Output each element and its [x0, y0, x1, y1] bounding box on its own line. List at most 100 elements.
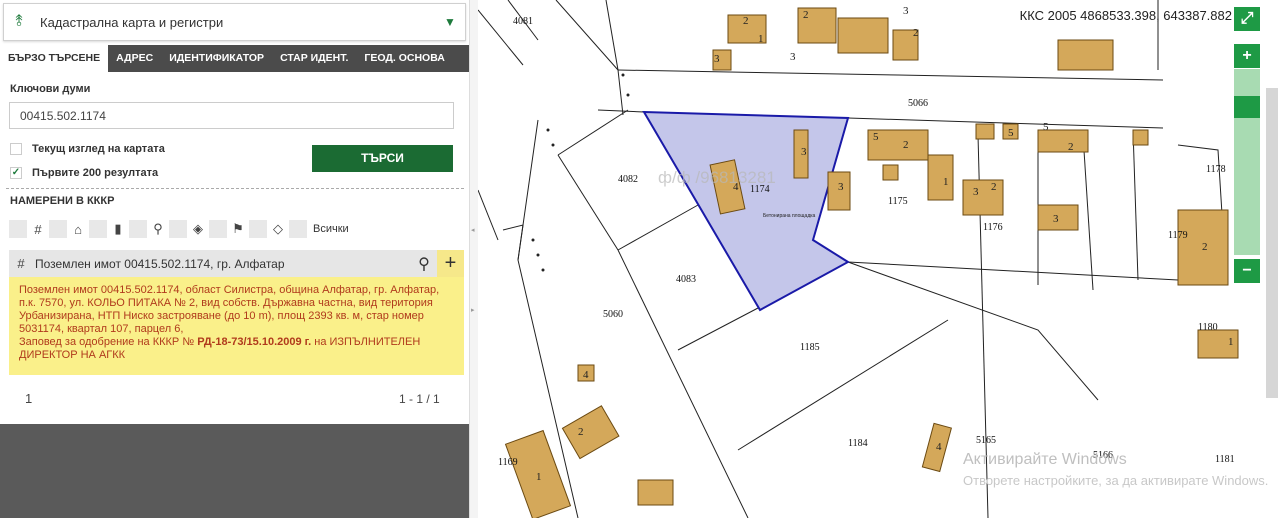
pager-page[interactable]: 1: [25, 391, 32, 406]
boundary-line: [1082, 134, 1094, 291]
add-result-button[interactable]: +: [437, 250, 464, 277]
parcel-annotation: Бетонирана площадка: [763, 213, 816, 219]
parcel-label-1169: 1169: [498, 457, 518, 468]
filter-checkbox-all[interactable]: [289, 220, 307, 238]
map-watermark: ф/ф /96813281: [658, 168, 776, 187]
tab-address[interactable]: АДРЕС: [108, 45, 161, 72]
filter-checkbox[interactable]: [169, 220, 187, 238]
parcel-label-1176: 1176: [983, 222, 1003, 233]
building-number: 2: [1202, 241, 1208, 253]
map-scrollbar[interactable]: [1266, 88, 1278, 398]
map-pin-icon: ⚲: [153, 221, 163, 236]
parcel-label-1175: 1175: [888, 196, 908, 207]
building-numbers: 2 1 2 3 2 3 3 4 3 3 5 2 1 5 5 2 3 2 3 2: [536, 5, 1234, 483]
search-button[interactable]: ТЪРСИ: [312, 145, 453, 172]
app-root: ⥉ Кадастрална карта и регистри ▼ БЪРЗО Т…: [0, 0, 1280, 518]
zoom-to-result-icon[interactable]: ⚲: [411, 250, 437, 277]
zoom-slider-handle[interactable]: [1234, 96, 1260, 118]
parcel-label-4082: 4082: [618, 174, 638, 185]
boundary-line: [605, 0, 619, 71]
filter-checkbox[interactable]: [209, 220, 227, 238]
flag-icon: ⚑: [232, 221, 244, 236]
map-canvas[interactable]: 4081 5066 4082 1174 1175 1176 1178 1179 …: [477, 0, 1280, 518]
road-dot: [626, 93, 630, 97]
boundary-line: [557, 154, 619, 251]
building: [975, 123, 995, 140]
expand-icon[interactable]: ⤢: [1234, 7, 1260, 31]
house-icon: ⌂: [74, 221, 82, 237]
building-number: 2: [991, 181, 997, 193]
road-dot: [551, 143, 555, 147]
filter-checkbox[interactable]: [129, 220, 147, 238]
tab-geodetic-base[interactable]: ГЕОД. ОСНОВА: [356, 45, 452, 72]
panel-splitter[interactable]: ◂ ▸: [469, 0, 478, 518]
parcel-label-1185: 1185: [800, 342, 820, 353]
filter-checkbox[interactable]: [249, 220, 267, 238]
parcel-label-1181: 1181: [1215, 454, 1235, 465]
checkmark-icon[interactable]: ✓: [10, 167, 22, 179]
building-number: 2: [1068, 141, 1074, 153]
document-icon: ▮: [114, 221, 122, 236]
current-view-label: Текущ изглед на картата: [32, 143, 165, 155]
filter-checkbox[interactable]: [9, 220, 27, 238]
zoom-out-button[interactable]: −: [1234, 259, 1260, 283]
zoom-in-button[interactable]: +: [1234, 44, 1260, 68]
boundary-line: [502, 224, 524, 261]
parcel-label-1178: 1178: [1206, 164, 1226, 175]
building: [1057, 39, 1114, 71]
parcel-label-5060: 5060: [603, 309, 623, 320]
keywords-input[interactable]: [9, 102, 454, 129]
tab-old-identifier[interactable]: СТАР ИДЕНТ.: [272, 45, 356, 72]
building: [561, 405, 620, 460]
parcel-labels: 4081 5066 4082 1174 1175 1176 1178 1179 …: [498, 16, 1235, 468]
layer-select-dropdown[interactable]: ⥉ Кадастрална карта и регистри ▼: [3, 3, 466, 41]
building: [962, 179, 1004, 216]
first-200-label: Първите 200 резултата: [32, 167, 159, 179]
grid-icon: #: [34, 221, 42, 237]
boundary-line: [847, 261, 1179, 281]
tab-identifier[interactable]: ИДЕНТИФИКАТОР: [161, 45, 272, 72]
windows-activation-title: Активирайте Windows: [963, 451, 1127, 468]
road-dot: [536, 253, 540, 257]
building-number: 5: [1008, 127, 1014, 139]
parcel-label-5165: 5165: [976, 435, 996, 446]
chevron-down-icon[interactable]: ▼: [435, 15, 465, 29]
building-number: 1: [536, 471, 542, 483]
building-number: 3: [838, 181, 844, 193]
filter-checkbox[interactable]: [89, 220, 107, 238]
building: [882, 164, 899, 181]
building-number: 2: [578, 426, 584, 438]
boundary-line: [737, 319, 949, 451]
boundary-line: [677, 307, 759, 351]
building-number: 2: [743, 15, 749, 27]
building-number: 1: [943, 176, 949, 188]
result-item-header[interactable]: # Поземлен имот 00415.502.1174, гр. Алфа…: [9, 250, 464, 277]
building-number: 2: [903, 139, 909, 151]
building-number: 1: [758, 33, 764, 45]
building-number: 3: [801, 146, 807, 158]
result-description: Поземлен имот 00415.502.1174, област Сил…: [9, 277, 464, 375]
road-dot: [531, 238, 535, 242]
current-view-checkbox[interactable]: Текущ изглед на картата: [10, 143, 165, 155]
building-number: 3: [714, 53, 720, 65]
first-200-checkbox[interactable]: ✓ Първите 200 резултата: [10, 167, 158, 179]
tab-quick-search[interactable]: БЪРЗО ТЪРСЕНЕ: [0, 45, 109, 72]
filter-checkbox[interactable]: [49, 220, 67, 238]
collapse-left-icon[interactable]: ◂: [471, 226, 475, 234]
coordinate-readout: ККС 2005 4868533.398, 643387.882: [1019, 8, 1232, 23]
parcel-label-4081: 4081: [513, 16, 533, 27]
filter-all-label: Всички: [313, 223, 349, 235]
building-number: 4: [583, 369, 589, 381]
building-number: 4: [936, 441, 942, 453]
building-number: 1: [1228, 336, 1234, 348]
boundary-line: [477, 189, 499, 241]
layer-select-label: Кадастрална карта и регистри: [40, 14, 224, 30]
collapse-right-icon[interactable]: ▸: [471, 306, 475, 314]
grid-icon: #: [17, 256, 25, 271]
search-panel: ⥉ Кадастрална карта и регистри ▼ БЪРЗО Т…: [0, 0, 469, 518]
cadastral-map-svg: 4081 5066 4082 1174 1175 1176 1178 1179 …: [477, 0, 1239, 518]
highlighted-parcel[interactable]: [642, 110, 850, 312]
search-panel-content: ⥉ Кадастрална карта и регистри ▼ БЪРЗО Т…: [0, 0, 469, 424]
building: [927, 154, 954, 201]
checkbox-box[interactable]: [10, 143, 22, 155]
